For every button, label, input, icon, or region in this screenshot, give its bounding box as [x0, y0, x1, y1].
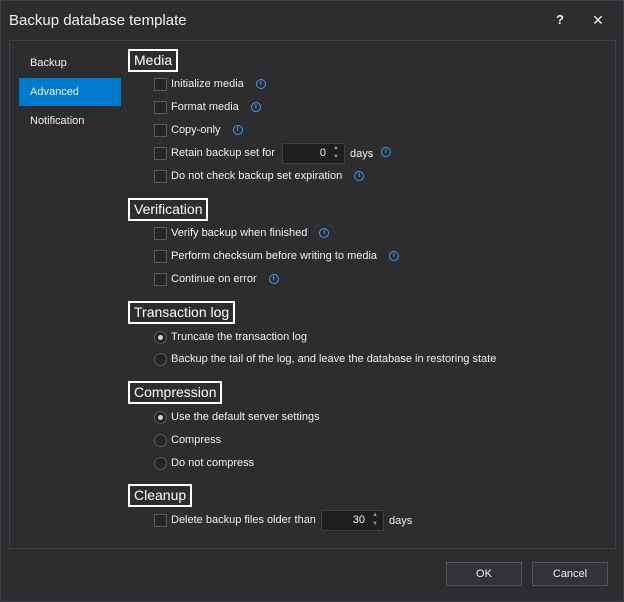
info-icon[interactable]: i [389, 251, 400, 261]
media-section-title: Media [128, 49, 179, 72]
format-media-option[interactable]: Format media i [154, 99, 261, 115]
verification-section-title: Verification [128, 198, 209, 221]
compression-section-title: Compression [128, 381, 223, 404]
nav-item-notification[interactable]: Notification [19, 107, 121, 135]
checksum-option[interactable]: Perform checksum before writing to media… [154, 248, 400, 264]
compress-radio[interactable] [154, 433, 167, 447]
truncate-log-label: Truncate the transaction log [171, 331, 307, 343]
nav-item-advanced[interactable]: Advanced [19, 78, 121, 106]
info-icon[interactable]: i [255, 79, 266, 89]
delete-old-files-label: Delete backup files older than [171, 514, 316, 526]
close-button[interactable]: ✕ [587, 9, 609, 31]
delete-old-files-checkbox[interactable] [154, 513, 167, 527]
no-check-expiration-option[interactable]: Do not check backup set expiration i [154, 168, 365, 184]
delete-days-value[interactable]: 30 [353, 511, 365, 530]
checksum-checkbox[interactable] [154, 249, 167, 263]
format-media-checkbox[interactable] [154, 100, 167, 114]
info-icon[interactable]: i [250, 102, 261, 112]
default-compression-radio[interactable] [154, 410, 167, 424]
no-check-expiration-checkbox[interactable] [154, 169, 167, 183]
dialog-title: Backup database template [9, 12, 187, 29]
nav-item-backup[interactable]: Backup [19, 49, 121, 77]
backup-tail-radio[interactable] [154, 352, 167, 366]
continue-on-error-checkbox[interactable] [154, 272, 167, 286]
retain-days-unit: days [350, 148, 374, 160]
copy-only-option[interactable]: Copy-only i [154, 122, 243, 138]
info-icon[interactable]: i [354, 171, 365, 181]
copy-only-label: Copy-only [171, 124, 221, 136]
cancel-button[interactable]: Cancel [532, 562, 608, 586]
spin-down-icon[interactable]: ▼ [329, 153, 343, 162]
checksum-label: Perform checksum before writing to media [171, 250, 378, 262]
info-icon[interactable]: i [232, 125, 243, 135]
compress-option[interactable]: Compress [154, 432, 221, 448]
copy-only-checkbox[interactable] [154, 123, 167, 137]
backup-tail-label: Backup the tail of the log, and leave th… [171, 353, 497, 365]
no-compress-label: Do not compress [171, 457, 255, 469]
verify-backup-checkbox[interactable] [154, 226, 167, 240]
help-button[interactable]: ? [549, 9, 571, 31]
retain-backup-label: Retain backup set for [171, 147, 275, 159]
spin-down-icon[interactable]: ▼ [368, 520, 382, 529]
spin-up-icon[interactable]: ▲ [329, 144, 343, 153]
compress-label: Compress [171, 434, 222, 446]
truncate-log-radio[interactable] [154, 330, 167, 344]
default-compression-label: Use the default server settings [171, 411, 320, 423]
delete-days-unit: days [389, 515, 413, 527]
continue-on-error-label: Continue on error [171, 273, 257, 285]
info-icon[interactable]: i [319, 228, 330, 238]
spin-up-icon[interactable]: ▲ [368, 511, 382, 520]
no-check-expiration-label: Do not check backup set expiration [171, 170, 343, 182]
format-media-label: Format media [171, 101, 239, 113]
ok-button[interactable]: OK [446, 562, 522, 586]
retain-backup-checkbox[interactable] [154, 146, 167, 160]
initialize-media-label: Initialize media [171, 78, 244, 90]
default-compression-option[interactable]: Use the default server settings [154, 409, 320, 425]
retain-days-value[interactable]: 0 [320, 144, 326, 163]
verify-backup-option[interactable]: Verify backup when finished i [154, 225, 330, 241]
retain-days-stepper[interactable]: 0 ▲ ▼ [282, 143, 345, 164]
backup-tail-option[interactable]: Backup the tail of the log, and leave th… [154, 351, 496, 367]
no-compress-option[interactable]: Do not compress [154, 455, 254, 471]
info-icon[interactable]: i [268, 274, 279, 284]
initialize-media-checkbox[interactable] [154, 77, 167, 91]
verify-backup-label: Verify backup when finished [171, 227, 308, 239]
truncate-log-option[interactable]: Truncate the transaction log [154, 329, 307, 345]
title-bar: Backup database template ? ✕ [1, 1, 623, 39]
initialize-media-option[interactable]: Initialize media i [154, 76, 266, 92]
transaction-log-section-title: Transaction log [128, 301, 236, 324]
info-icon[interactable]: i [381, 147, 391, 157]
settings-nav: Backup Advanced Notification [19, 49, 121, 136]
delete-days-stepper[interactable]: 30 ▲ ▼ [321, 510, 384, 531]
dialog-window: Backup database template ? ✕ Backup Adva… [0, 0, 624, 602]
continue-on-error-option[interactable]: Continue on error i [154, 271, 279, 287]
delete-old-files-option[interactable]: Delete backup files older than [154, 512, 316, 528]
no-compress-radio[interactable] [154, 456, 167, 470]
retain-backup-option[interactable]: Retain backup set for [154, 145, 275, 161]
cleanup-section-title: Cleanup [128, 484, 193, 507]
